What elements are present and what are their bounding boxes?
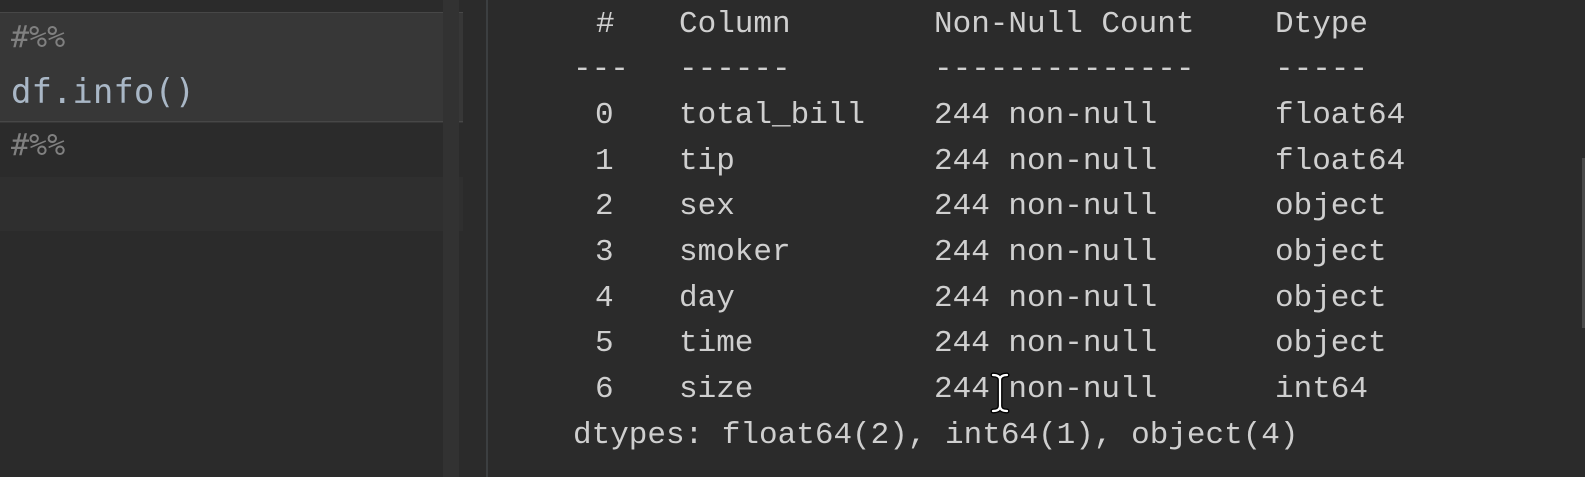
row-0-column: total_bill xyxy=(679,98,866,133)
cell-marker: #%% xyxy=(11,20,66,55)
row-4-count: 244 non-null xyxy=(934,281,1158,316)
row-5-count: 244 non-null xyxy=(934,326,1158,361)
row-2-num: 2 xyxy=(595,189,614,224)
cell-separator xyxy=(0,121,463,122)
row-1-num: 1 xyxy=(595,144,614,179)
separator-num: --- xyxy=(573,52,629,87)
header-non-null-count: Non-Null Count xyxy=(934,7,1195,42)
output-pane: # Column Non-Null Count Dtype --- ------… xyxy=(488,0,1585,477)
text-cursor-icon xyxy=(990,372,1010,414)
dtypes-summary: dtypes: float64(2), int64(1), object(4) xyxy=(573,418,1299,453)
row-0-num: 0 xyxy=(595,98,614,133)
row-3-count: 244 non-null xyxy=(934,235,1158,270)
row-2-dtype: object xyxy=(1275,189,1387,224)
separator-dtype: ----- xyxy=(1275,52,1369,87)
empty-code-cell[interactable] xyxy=(0,177,463,231)
row-6-dtype: int64 xyxy=(1275,372,1369,407)
row-1-count: 244 non-null xyxy=(934,144,1158,179)
row-6-count: 244 non-null xyxy=(934,372,1158,407)
row-1-column: tip xyxy=(679,144,735,179)
row-4-dtype: object xyxy=(1275,281,1387,316)
row-5-num: 5 xyxy=(595,326,614,361)
row-2-count: 244 non-null xyxy=(934,189,1158,224)
header-column: Column xyxy=(679,7,791,42)
row-5-dtype: object xyxy=(1275,326,1387,361)
row-0-count: 244 non-null xyxy=(934,98,1158,133)
notebook-window: #%% df.info() #%% # Column Non-Null Coun… xyxy=(0,0,1585,477)
separator-column: ------ xyxy=(679,52,791,87)
code-line[interactable]: df.info() xyxy=(11,72,195,112)
row-3-dtype: object xyxy=(1275,235,1387,270)
code-editor-pane[interactable]: #%% df.info() #%% xyxy=(0,0,463,477)
row-2-column: sex xyxy=(679,189,735,224)
row-3-num: 3 xyxy=(595,235,614,270)
row-4-num: 4 xyxy=(595,281,614,316)
row-1-dtype: float64 xyxy=(1275,144,1406,179)
pane-divider[interactable] xyxy=(463,0,487,477)
row-0-dtype: float64 xyxy=(1275,98,1406,133)
cell-marker-2: #%% xyxy=(11,128,66,163)
row-6-num: 6 xyxy=(595,372,614,407)
editor-scrollbar-gutter[interactable] xyxy=(443,0,459,477)
row-5-column: time xyxy=(679,326,754,361)
row-3-column: smoker xyxy=(679,235,791,270)
header-num: # xyxy=(596,7,615,42)
header-dtype: Dtype xyxy=(1275,7,1369,42)
separator-non-null: -------------- xyxy=(934,52,1195,87)
row-6-column: size xyxy=(679,372,754,407)
row-4-column: day xyxy=(679,281,735,316)
